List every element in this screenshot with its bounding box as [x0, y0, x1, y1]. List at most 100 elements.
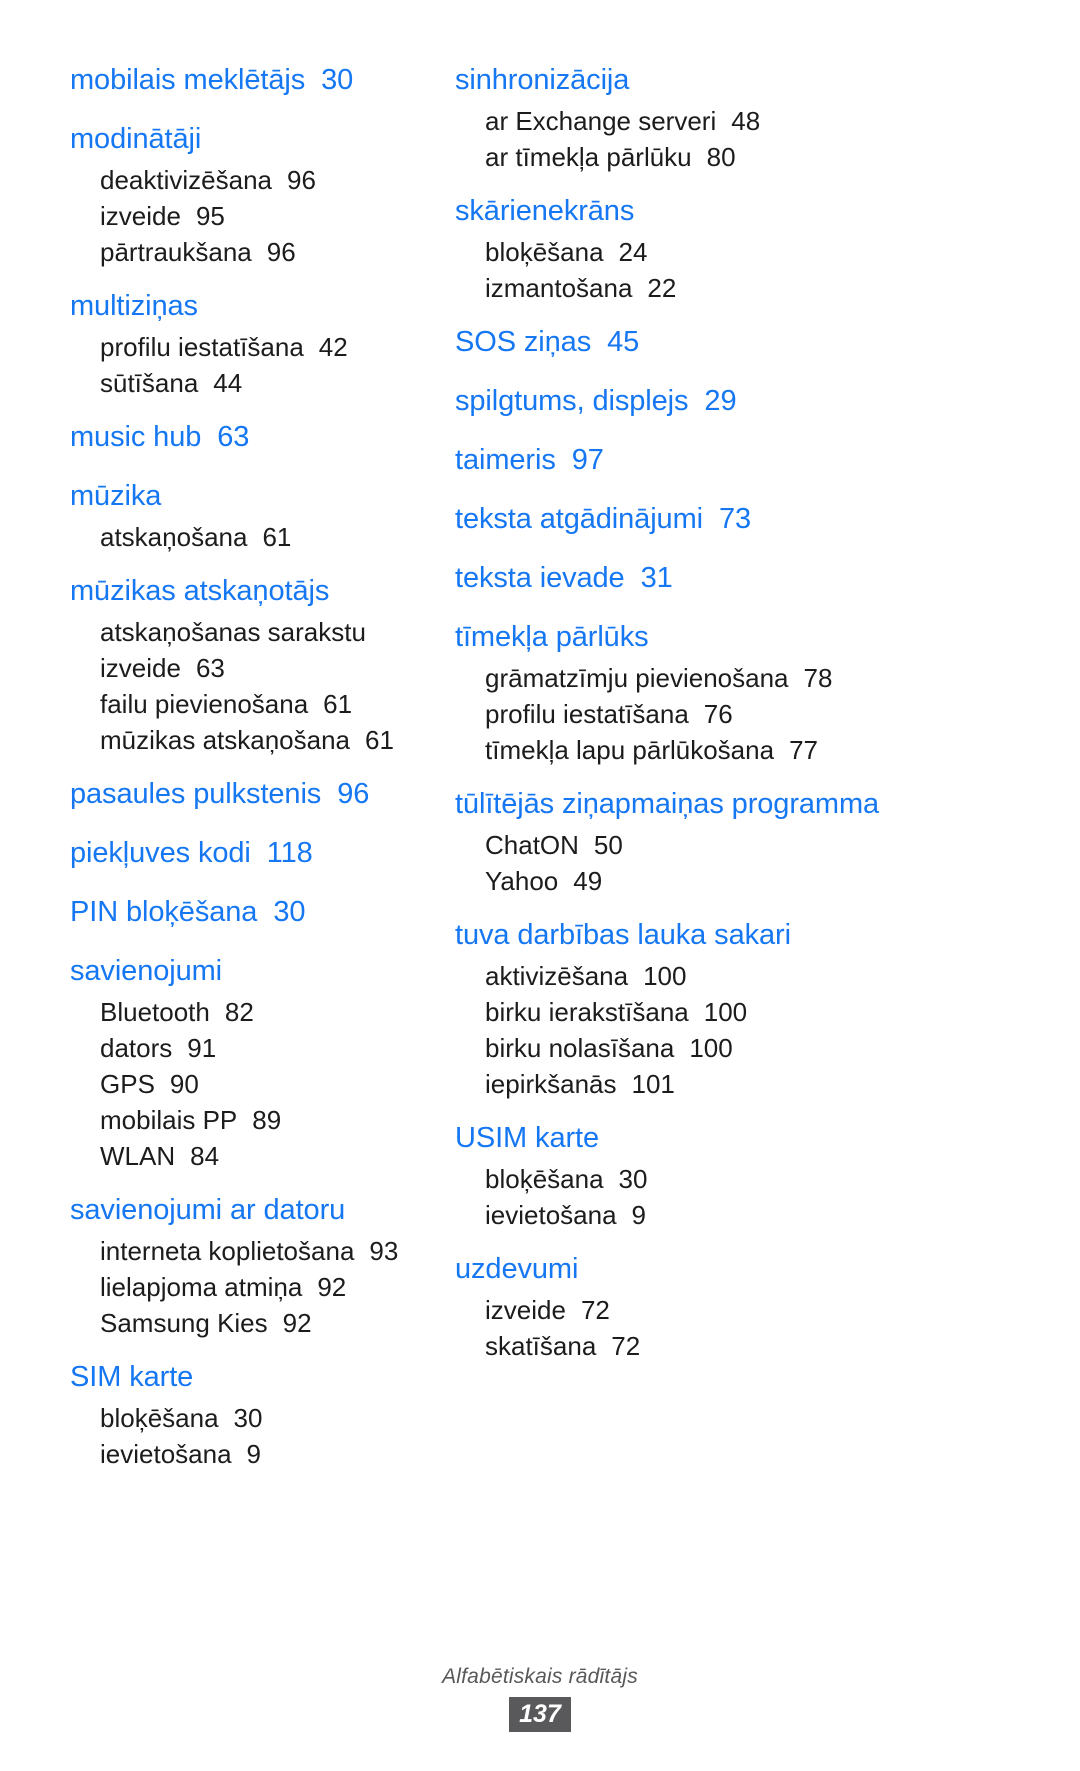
index-subentry-label: ChatON	[485, 830, 579, 860]
index-heading[interactable]: tuva darbības lauka sakari	[455, 913, 1080, 958]
index-heading[interactable]: multiziņas	[70, 284, 430, 329]
index-subentry-label: dators	[100, 1033, 173, 1063]
index-subentry-page: 96	[266, 237, 296, 267]
index-subentry-page: 89	[252, 1105, 282, 1135]
index-subentry[interactable]: iepirkšanās 101	[455, 1066, 1080, 1102]
index-subentry-page: 72	[580, 1295, 610, 1325]
index-subentry[interactable]: grāmatzīmju pievienošana 78	[455, 660, 1080, 696]
index-heading[interactable]: piekļuves kodi 118	[70, 831, 430, 876]
index-subentry-label: skatīšana	[485, 1331, 597, 1361]
index-heading[interactable]: SOS ziņas 45	[455, 320, 1080, 365]
index-subentry[interactable]: ievietošana 9	[455, 1197, 1080, 1233]
index-subentry[interactable]: profilu iestatīšana 76	[455, 696, 1080, 732]
index-subentry[interactable]: WLAN 84	[70, 1138, 430, 1174]
index-subentry-label: ar tīmekļa pārlūku	[485, 142, 692, 172]
index-heading-label: PIN bloķēšana	[70, 896, 258, 928]
index-heading[interactable]: skārienekrāns	[455, 189, 1080, 234]
index-subentry[interactable]: bloķēšana 30	[455, 1161, 1080, 1197]
index-subentry-page: 84	[190, 1141, 220, 1171]
index-heading[interactable]: USIM karte	[455, 1116, 1080, 1161]
index-entry-group: piekļuves kodi 118	[70, 831, 430, 876]
index-subentry[interactable]: sūtīšana 44	[70, 365, 430, 401]
index-subentry[interactable]: birku nolasīšana 100	[455, 1030, 1080, 1066]
index-heading[interactable]: PIN bloķēšana 30	[70, 890, 430, 935]
index-heading[interactable]: SIM karte	[70, 1355, 430, 1400]
index-subentry[interactable]: GPS 90	[70, 1066, 430, 1102]
index-heading-page: 30	[273, 896, 306, 928]
index-heading[interactable]: mūzika	[70, 474, 430, 519]
index-subentry[interactable]: deaktivizēšana 96	[70, 162, 430, 198]
index-heading-label: skārienekrāns	[455, 195, 635, 227]
index-subentry[interactable]: mūzikas atskaņošana 61	[70, 722, 430, 758]
index-subentry-page: 30	[618, 1164, 648, 1194]
index-heading[interactable]: mobilais meklētājs 30	[70, 58, 430, 103]
index-subentry-label: mobilais PP	[100, 1105, 238, 1135]
page-number-badge: 137	[509, 1697, 571, 1732]
index-subentry[interactable]: mobilais PP 89	[70, 1102, 430, 1138]
index-subentry-page: 30	[233, 1403, 263, 1433]
index-subentry-page: 61	[323, 689, 353, 719]
footer-section-title: Alfabētiskais rādītājs	[442, 1665, 638, 1688]
index-heading[interactable]: savienojumi	[70, 949, 430, 994]
index-subentry[interactable]: atskaņošana 61	[70, 519, 430, 555]
index-subentry-list: atskaņošana 61	[70, 519, 430, 555]
index-subentry[interactable]: tīmekļa lapu pārlūkošana 77	[455, 732, 1080, 768]
index-subentry-label: deaktivizēšana	[100, 165, 272, 195]
index-subentry[interactable]: birku ierakstīšana 100	[455, 994, 1080, 1030]
index-subentry[interactable]: izveide 95	[70, 198, 430, 234]
index-heading[interactable]: tūlītējās ziņapmaiņas programma	[455, 782, 1080, 827]
index-heading[interactable]: spilgtums, displejs 29	[455, 379, 1080, 424]
index-subentry[interactable]: ar tīmekļa pārlūku 80	[455, 139, 1080, 175]
index-subentry-label: mūzikas atskaņošana	[100, 725, 351, 755]
index-heading[interactable]: mūzikas atskaņotājs	[70, 569, 430, 614]
index-subentry[interactable]: Bluetooth 82	[70, 994, 430, 1030]
index-heading[interactable]: tīmekļa pārlūks	[455, 615, 1080, 660]
index-subentry-label: izmantošana	[485, 273, 633, 303]
index-subentry-label: failu pievienošana	[100, 689, 309, 719]
index-subentry-page: 100	[703, 997, 748, 1027]
index-subentry[interactable]: lielapjoma atmiņa 92	[70, 1269, 430, 1305]
index-entry-group: savienojumi Bluetooth 82 dators 91 GPS 90 mobil…	[70, 949, 430, 1174]
index-heading[interactable]: savienojumi ar datoru	[70, 1188, 430, 1233]
index-subentry[interactable]: ChatON 50	[455, 827, 1080, 863]
index-subentry[interactable]: bloķēšana 24	[455, 234, 1080, 270]
index-heading[interactable]: pasaules pulkstenis 96	[70, 772, 430, 817]
index-subentry-page: 44	[213, 368, 243, 398]
index-subentry[interactable]: ar Exchange serveri 48	[455, 103, 1080, 139]
index-subentry[interactable]: izmantošana 22	[455, 270, 1080, 306]
index-subentry-page: 72	[611, 1331, 641, 1361]
index-subentry[interactable]: bloķēšana 30	[70, 1400, 430, 1436]
index-heading-label: teksta atgādinājumi	[455, 503, 703, 535]
index-heading[interactable]: uzdevumi	[455, 1247, 1080, 1292]
index-subentry[interactable]: interneta koplietošana 93	[70, 1233, 430, 1269]
index-subentry[interactable]: ievietošana 9	[70, 1436, 430, 1472]
index-subentry-page: 101	[631, 1069, 675, 1099]
index-entry-group: tūlītējās ziņapmaiņas programma ChatON 50 Y…	[455, 782, 1080, 899]
index-subentry[interactable]: dators 91	[70, 1030, 430, 1066]
index-subentry[interactable]: profilu iestatīšana 42	[70, 329, 430, 365]
index-subentry[interactable]: aktivizēšana 100	[455, 958, 1080, 994]
index-heading[interactable]: music hub 63	[70, 415, 430, 460]
index-subentry-page: 42	[318, 332, 348, 362]
index-subentry[interactable]: skatīšana 72	[455, 1328, 1080, 1364]
index-heading[interactable]: sinhronizācija	[455, 58, 1080, 103]
index-heading[interactable]: teksta atgādinājumi 73	[455, 497, 1080, 542]
index-heading[interactable]: teksta ievade 31	[455, 556, 1080, 601]
index-subentry[interactable]: atskaņošanas sarakstu izveide 63	[70, 614, 430, 686]
index-subentry-page: 50	[593, 830, 623, 860]
index-heading[interactable]: taimeris 97	[455, 438, 1080, 483]
index-subentry[interactable]: izveide 72	[455, 1292, 1080, 1328]
index-subentry-page: 9	[246, 1439, 262, 1469]
index-heading-page: 45	[607, 326, 640, 358]
index-subentry[interactable]: failu pievienošana 61	[70, 686, 430, 722]
index-subentry-label: pārtraukšana	[100, 237, 252, 267]
index-heading[interactable]: modinātāji	[70, 117, 430, 162]
index-subentry[interactable]: Yahoo 49	[455, 863, 1080, 899]
index-heading-label: mūzikas atskaņotājs	[70, 575, 330, 607]
index-subentry-label: birku nolasīšana	[485, 1033, 675, 1063]
index-heading-page: 118	[266, 837, 313, 869]
index-subentry[interactable]: pārtraukšana 96	[70, 234, 430, 270]
index-subentry-label: ievietošana	[485, 1200, 617, 1230]
index-subentry-label: Yahoo	[485, 866, 559, 896]
index-subentry[interactable]: Samsung Kies 92	[70, 1305, 430, 1341]
